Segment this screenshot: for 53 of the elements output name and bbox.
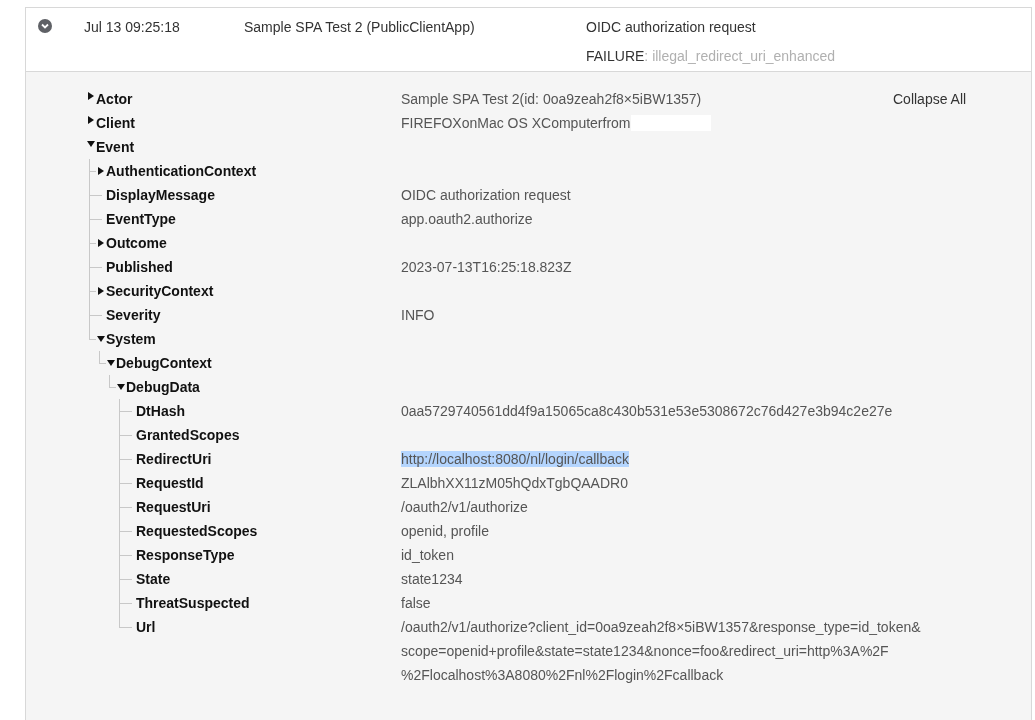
caret-down-icon[interactable] bbox=[117, 383, 125, 391]
field-value: http://localhost:8080/nl/login/callback bbox=[401, 451, 630, 467]
field-value: ZLAlbhXX11zM05hQdxTgbQAADR0 bbox=[401, 475, 628, 491]
event-actor: Sample SPA Test 2 (PublicClientApp) bbox=[244, 18, 476, 37]
field-name[interactable]: SecurityContext bbox=[106, 283, 214, 299]
field-name: ResponseType bbox=[136, 547, 235, 563]
field-name: DisplayMessage bbox=[106, 187, 215, 203]
field-name: RequestId bbox=[136, 475, 204, 491]
field-value: 2023-07-13T16:25:18.823Z bbox=[401, 259, 572, 275]
field-value: state1234 bbox=[401, 571, 463, 587]
field-name: Url bbox=[136, 619, 156, 635]
event-message: OIDC authorization request bbox=[586, 18, 757, 37]
caret-right-icon[interactable] bbox=[87, 92, 95, 100]
field-name: RedirectUri bbox=[136, 451, 212, 467]
field-name: Severity bbox=[106, 307, 161, 323]
caret-down-icon[interactable] bbox=[107, 359, 115, 367]
field-name[interactable]: Outcome bbox=[106, 235, 167, 251]
field-name: RequestedScopes bbox=[136, 523, 258, 539]
field-name[interactable]: DebugData bbox=[126, 379, 200, 395]
field-name[interactable]: System bbox=[106, 331, 156, 347]
event-time: Jul 13 09:25:18 bbox=[84, 18, 181, 37]
field-name: Published bbox=[106, 259, 173, 275]
caret-right-icon[interactable] bbox=[97, 239, 105, 247]
caret-down-icon[interactable] bbox=[97, 335, 105, 343]
caret-right-icon[interactable] bbox=[87, 116, 95, 124]
field-value: id_token bbox=[401, 547, 454, 563]
field-value: OIDC authorization request bbox=[401, 187, 571, 203]
field-name[interactable]: AuthenticationContext bbox=[106, 163, 257, 179]
field-name[interactable]: DebugContext bbox=[116, 355, 212, 371]
field-value: false bbox=[401, 595, 431, 611]
field-value: FIREFOXonMac OS XComputerfrom bbox=[401, 115, 631, 131]
field-value: openid, profile bbox=[401, 523, 489, 539]
caret-down-icon[interactable] bbox=[87, 140, 95, 148]
field-value: INFO bbox=[401, 307, 435, 323]
field-value: /oauth2/v1/authorize bbox=[401, 499, 528, 515]
collapse-all-button[interactable]: Collapse All bbox=[893, 87, 967, 111]
caret-right-icon[interactable] bbox=[97, 287, 105, 295]
field-value: 0aa5729740561dd4f9a15065ca8c430b531e53e5308672c76d427e3b94c2e27e bbox=[401, 403, 893, 419]
field-name[interactable]: Actor bbox=[96, 91, 133, 107]
field-value: Sample SPA Test 2(id: 0oa9zeah2f8×5iBW1357) bbox=[401, 91, 702, 107]
field-name[interactable]: Event bbox=[96, 139, 135, 155]
chevron-down-icon[interactable] bbox=[38, 19, 52, 33]
field-value: app.oauth2.authorize bbox=[401, 211, 533, 227]
field-name: RequestUri bbox=[136, 499, 211, 515]
field-name: GrantedScopes bbox=[136, 427, 240, 443]
field-name[interactable]: Client bbox=[96, 115, 135, 131]
field-name: State bbox=[136, 571, 171, 587]
caret-right-icon[interactable] bbox=[97, 167, 105, 175]
outcome-reason: : illegal_redirect_uri_enhanced bbox=[644, 47, 836, 66]
field-name: EventType bbox=[106, 211, 176, 227]
field-name: DtHash bbox=[136, 403, 185, 419]
field-value: /oauth2/v1/authorize?client_id=0oa9zeah2f8×5iBW1357&response_type=id_token&scope=openid+profile&state=state1234&nonce=foo&redirect_uri=http%3A%2F%2Flocalhost%3A8080%2Fnl%2Flogin%2Fcallback bbox=[401, 619, 921, 683]
field-name: ThreatSuspected bbox=[136, 595, 250, 611]
